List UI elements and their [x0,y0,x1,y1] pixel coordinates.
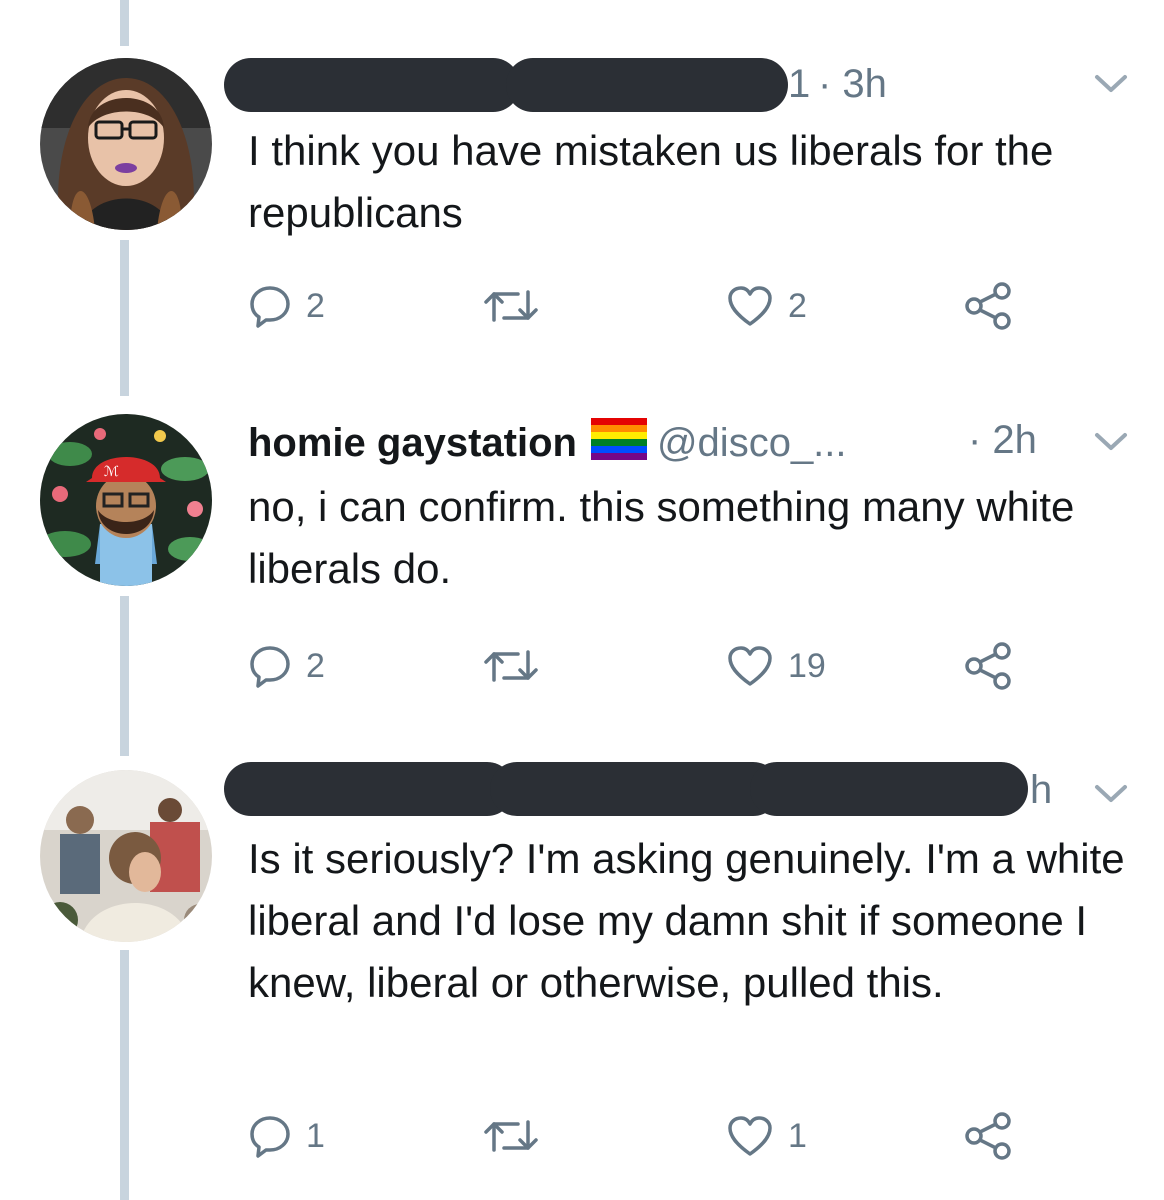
tweet-actions: 2 19 [248,636,1048,696]
tweet-actions: 1 1 [248,1106,1048,1166]
share-icon [965,282,1011,330]
share-icon [965,642,1011,690]
reply-icon [250,1116,290,1158]
redacted-author-name [224,762,514,816]
redacted-author-name [224,58,520,112]
tweet-text: I think you have mistaken us liberals fo… [248,127,1054,236]
tweet-text: no, i can confirm. this something many w… [248,483,1075,592]
svg-text:ℳ: ℳ [104,464,119,480]
author-row: homie gaystation @disco_... [248,418,847,466]
reply-count: 2 [306,646,325,685]
avatar[interactable]: ℳ [40,414,212,586]
chevron-down-icon[interactable] [1094,784,1128,804]
like-button[interactable]: 1 [726,1106,807,1166]
like-button[interactable]: 2 [726,276,807,336]
chevron-down-icon[interactable] [1094,74,1128,94]
retweet-icon [484,1120,538,1152]
reply-count: 1 [306,1116,325,1155]
redacted-author-extra [750,762,1028,816]
heart-icon [728,1116,772,1156]
redacted-author-handle [506,58,788,112]
tweet[interactable]: 1 · 3h I think you have mistaken us libe… [0,0,1164,400]
share-button[interactable] [964,636,1014,696]
retweet-icon [484,650,538,682]
share-icon [965,1112,1011,1160]
like-button[interactable]: 19 [726,636,826,696]
author-suffix: 1 [788,62,811,106]
retweet-button[interactable] [482,1106,540,1166]
retweet-button[interactable] [482,276,540,336]
avatar[interactable] [40,770,212,942]
share-button[interactable] [964,1106,1014,1166]
tweet-actions: 2 2 [248,276,1048,336]
rainbow-flag-icon [590,418,647,465]
retweet-button[interactable] [482,636,540,696]
heart-icon [728,286,772,326]
redacted-author-handle [490,762,780,816]
share-button[interactable] [964,276,1014,336]
like-count: 19 [788,646,826,685]
tweet[interactable]: ℳ homie gaystation @disco_... · 2h no, i… [0,400,1164,756]
tweet-text: Is it seriously? I'm asking genuinely. I… [248,835,1125,1006]
reply-count: 2 [306,286,325,325]
reply-icon [250,286,290,328]
avatar[interactable] [40,58,212,230]
tweet-time[interactable]: · 2h [968,418,1037,463]
reply-icon [250,646,290,688]
heart-icon [728,646,772,686]
like-count: 2 [788,286,807,325]
tweet-time[interactable]: h [1030,768,1052,813]
tweet[interactable]: h Is it seriously? I'm asking genuinely.… [0,756,1164,1200]
tweet-time[interactable]: · 3h [818,62,887,107]
author-name[interactable]: homie gaystation [248,421,577,465]
like-count: 1 [788,1116,807,1155]
reply-button[interactable]: 1 [248,1106,325,1166]
retweet-icon [484,290,538,322]
chevron-down-icon[interactable] [1094,432,1128,452]
reply-button[interactable]: 2 [248,276,325,336]
author-handle[interactable]: @disco_... [657,421,847,465]
reply-button[interactable]: 2 [248,636,325,696]
